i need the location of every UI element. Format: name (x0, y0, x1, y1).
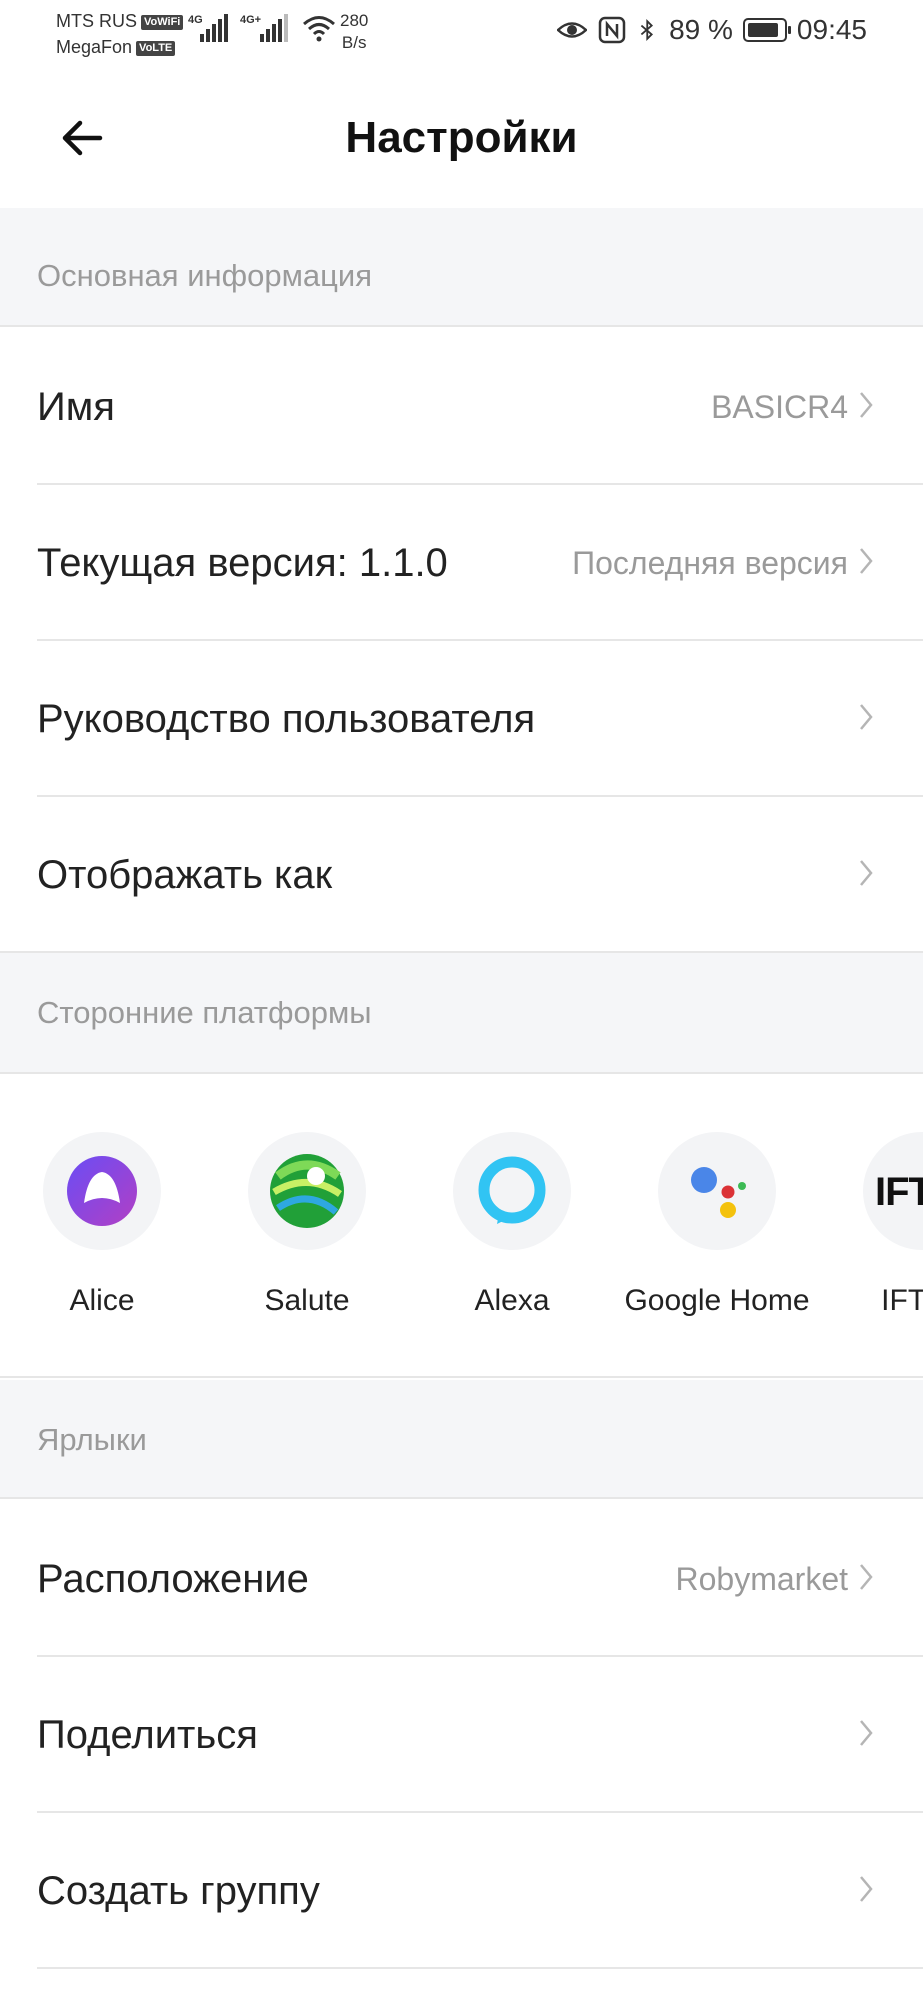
platform-name: Alice (69, 1284, 135, 1317)
status-bar: MTS RUS VoWiFi MegaFon VoLTE 4G 4G+ 280 B/… (0, 0, 923, 68)
row-version[interactable]: Текущая версия: 1.1.0 Последняя версия (0, 485, 923, 641)
chevron-right-icon (860, 860, 873, 886)
network-speed: 280 B/s (340, 10, 368, 54)
battery-icon (742, 18, 791, 42)
page-title: Настройки (345, 113, 578, 162)
signal-indicators: 4G 4G+ (188, 14, 336, 42)
alexa-icon (453, 1132, 571, 1250)
wifi-icon (303, 16, 335, 42)
platform-google-home[interactable]: Google Home (617, 1132, 817, 1318)
signal-icon: 4G (188, 14, 228, 42)
volte-badge: VoLTE (136, 40, 176, 56)
platforms-carousel[interactable]: Alice Salute Alexa Google Home IF IF (0, 1074, 923, 1378)
chevron-right-icon (860, 392, 873, 418)
row-label: Поделиться (37, 1713, 258, 1757)
google-home-icon (658, 1132, 776, 1250)
row-display-as[interactable]: Отображать как (0, 797, 923, 953)
nfc-icon (598, 16, 626, 44)
platform-alice[interactable]: Alice (2, 1132, 202, 1318)
row-label: Имя (37, 385, 115, 429)
chevron-right-icon (860, 1720, 873, 1746)
alice-icon (43, 1132, 161, 1250)
app-header: Настройки (0, 68, 923, 208)
network-type-label: 4G+ (240, 14, 262, 26)
row-create-group[interactable]: Создать группу (0, 1813, 923, 1969)
row-value: Последняя версия (572, 545, 848, 581)
system-icons: 89 % 09:45 (557, 14, 867, 46)
carrier1-name: MTS RUS (56, 11, 137, 31)
row-value: Robymarket (675, 1561, 849, 1597)
chevron-right-icon (860, 704, 873, 730)
row-share[interactable]: Поделиться (0, 1657, 923, 1813)
platform-name: Google Home (624, 1284, 810, 1317)
carrier2-name: MegaFon (56, 37, 133, 57)
row-value: BASICR4 (711, 389, 848, 425)
carrier-info: MTS RUS VoWiFi MegaFon VoLTE (56, 8, 184, 60)
chevron-right-icon (860, 548, 873, 574)
row-label: Руководство пользователя (37, 697, 536, 741)
clock: 09:45 (796, 14, 867, 45)
divider (37, 1967, 923, 1969)
row-label: Отображать как (37, 853, 333, 897)
bluetooth-icon (640, 18, 654, 42)
signal-icon: 4G+ (240, 14, 288, 42)
section-header-third-party: Сторонние платформы (0, 953, 923, 1074)
platform-name: Alexa (474, 1284, 550, 1317)
speed-unit: B/s (341, 33, 367, 52)
salute-icon (248, 1132, 366, 1250)
speed-value: 280 (340, 11, 369, 30)
network-type-label: 4G (188, 14, 203, 26)
row-name[interactable]: Имя BASICR4 (0, 329, 923, 485)
battery-percent: 89 % (669, 14, 733, 45)
ifttt-logo-text: IFTTT (875, 1170, 923, 1214)
row-label: Текущая версия: 1.1.0 (37, 541, 448, 585)
section-header-shortcuts: Ярлыки (0, 1380, 923, 1499)
row-label: Расположение (37, 1557, 309, 1601)
eye-icon (557, 22, 588, 38)
platform-name: IFTTT (881, 1284, 923, 1317)
row-user-manual[interactable]: Руководство пользователя (0, 641, 923, 797)
platform-ifttt[interactable]: IFTTT IFTTT (822, 1132, 923, 1318)
chevron-right-icon (860, 1564, 873, 1590)
row-label: Создать группу (37, 1869, 320, 1913)
section-header-basic-info: Основная информация (0, 208, 923, 327)
row-location[interactable]: Расположение Robymarket (0, 1501, 923, 1657)
platform-name: Salute (264, 1284, 350, 1317)
platform-salute[interactable]: Salute (207, 1132, 407, 1318)
chevron-right-icon (860, 1876, 873, 1902)
ifttt-icon: IFTTT (863, 1132, 923, 1250)
platform-alexa[interactable]: Alexa (412, 1132, 612, 1318)
vowifi-badge: VoWiFi (141, 14, 184, 30)
